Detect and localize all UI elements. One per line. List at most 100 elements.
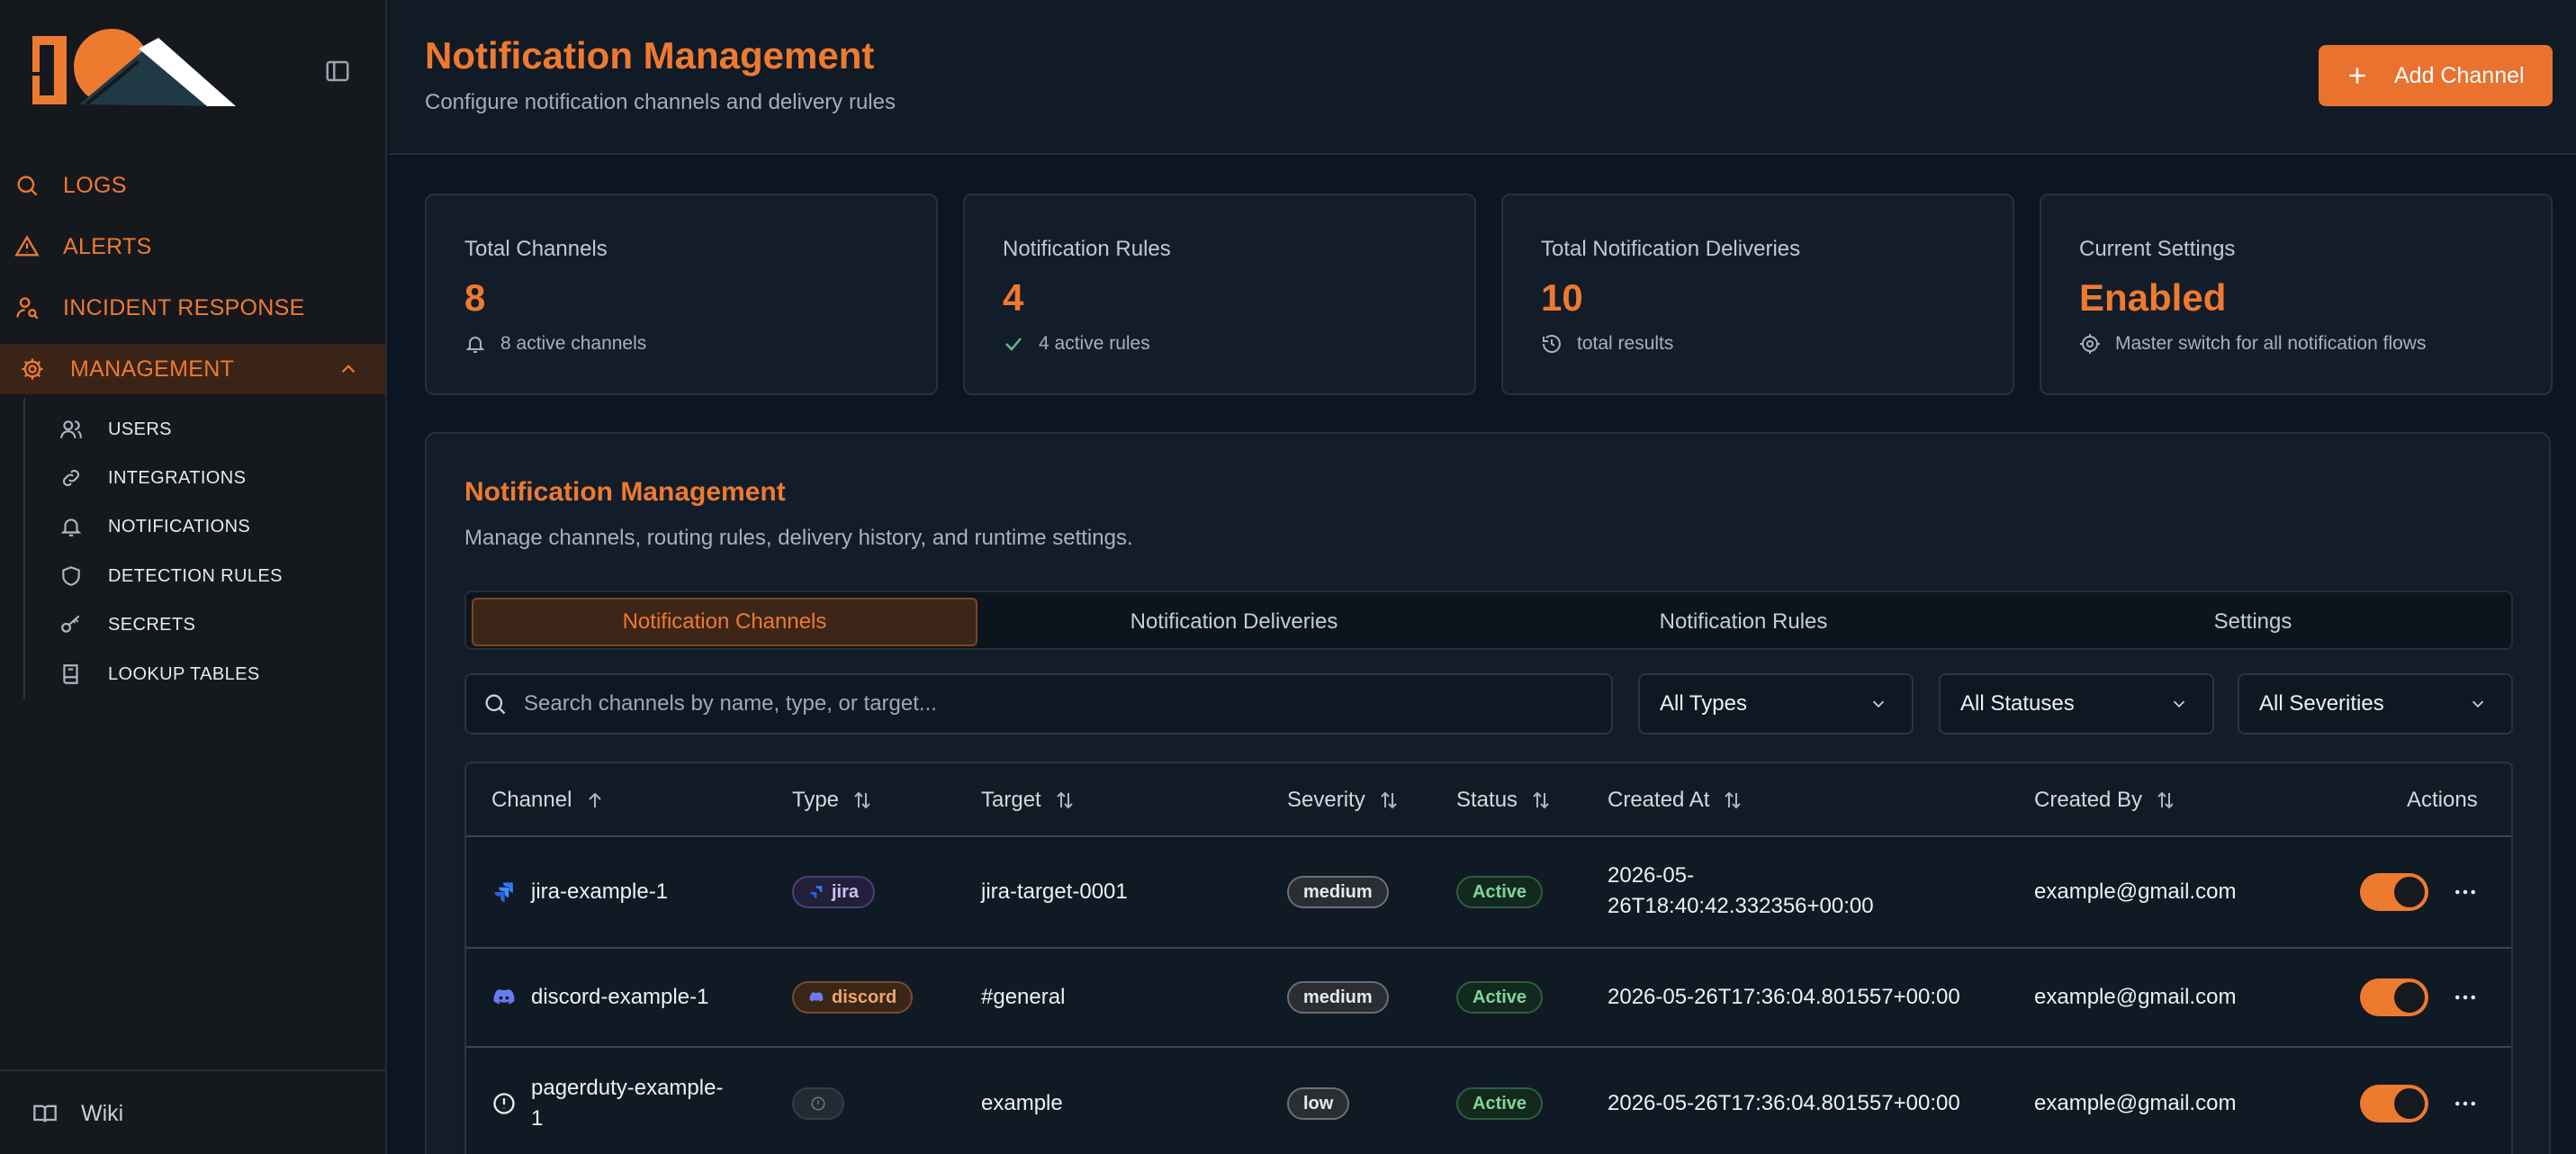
book-open-icon: [32, 1101, 58, 1126]
search-icon: [14, 173, 40, 198]
search-input[interactable]: [524, 675, 1595, 733]
channels-table: Channel Type Target Severity Status Crea…: [464, 762, 2513, 1154]
status-cell: Active: [1456, 949, 1544, 1046]
sort-icon: [1530, 789, 1552, 811]
status-cell: Active: [1456, 837, 1544, 947]
column-header-channel[interactable]: Channel: [491, 763, 606, 837]
sidebar-item-secrets[interactable]: SECRETS: [54, 604, 378, 645]
column-header-actions: Actions: [2407, 763, 2478, 837]
sidebar: LOGS ALERTS INCIDENT RESPONSE MANAGEMENT…: [0, 0, 387, 1154]
created-by-cell: example@gmail.com: [2034, 985, 2237, 1009]
tab-notification-rules[interactable]: Notification Rules: [1491, 598, 1996, 646]
chevron-down-icon: [2468, 694, 2488, 714]
more-actions-icon[interactable]: [2452, 1090, 2479, 1117]
created-at-line: 26T18:40:42.332356+00:00: [1608, 894, 1874, 918]
stat-value: 8: [464, 276, 486, 319]
column-header-severity[interactable]: Severity: [1287, 763, 1400, 837]
channel-cell: pagerduty-example- 1: [491, 1048, 723, 1154]
column-header-type[interactable]: Type: [792, 763, 873, 837]
stat-note-text: 4 active rules: [1039, 333, 1150, 354]
severity-cell: medium: [1287, 837, 1389, 947]
stat-value: Enabled: [2079, 276, 2227, 319]
bell-icon: [464, 333, 486, 355]
status-cell: Active: [1456, 1048, 1544, 1154]
search-box: [464, 673, 1613, 735]
history-icon: [1541, 333, 1563, 355]
column-label: Severity: [1287, 788, 1365, 812]
created-at-cell: 2026-05-26T17:36:04.801557+00:00: [1608, 985, 1960, 1009]
channel-enabled-toggle[interactable]: [2360, 978, 2428, 1016]
created-by-cell: example@gmail.com: [2034, 1091, 2237, 1115]
stat-card-total-deliveries: Total Notification Deliveries 10 total r…: [1501, 194, 2014, 395]
column-header-status[interactable]: Status: [1456, 763, 1552, 837]
channel-cell: jira-example-1: [491, 837, 668, 947]
column-label: Type: [792, 788, 840, 812]
column-label: Actions: [2407, 788, 2478, 812]
jira-icon: [491, 879, 517, 905]
sidebar-item-users[interactable]: USERS: [54, 409, 378, 450]
sidebar-item-integrations[interactable]: INTEGRATIONS: [54, 457, 378, 499]
sidebar-item-detection-rules[interactable]: DETECTION RULES: [54, 555, 378, 597]
sidebar-toggle-icon[interactable]: [324, 58, 351, 85]
nav-item-management[interactable]: MANAGEMENT: [0, 344, 385, 394]
tab-notification-channels[interactable]: Notification Channels: [472, 598, 977, 646]
nav-item-alerts[interactable]: ALERTS: [0, 221, 385, 272]
created-at-cell: 2026-05- 26T18:40:42.332356+00:00: [1608, 861, 1874, 922]
toggle-knob: [2394, 877, 2425, 907]
type-label: discord: [832, 987, 897, 1007]
nav-label: LOGS: [63, 172, 127, 198]
stat-value: 4: [1003, 276, 1024, 319]
stat-note: Master switch for all notification flows: [2079, 333, 2426, 355]
table-row[interactable]: jira-example-1 jira jira-target-0001 med…: [466, 837, 2511, 949]
column-header-created-by[interactable]: Created By: [2034, 763, 2176, 837]
status-badge: Active: [1456, 981, 1544, 1014]
sidebar-item-notifications[interactable]: NOTIFICATIONS: [54, 506, 378, 547]
toggle-knob: [2394, 982, 2425, 1013]
stat-card-notification-rules: Notification Rules 4 4 active rules: [963, 194, 1476, 395]
notification-panel: Notification Management Manage channels,…: [425, 432, 2551, 1154]
type-cell: discord: [792, 949, 914, 1046]
channel-name-line: 1: [531, 1106, 544, 1131]
select-value: All Types: [1660, 691, 1747, 716]
sort-ascending-icon: [584, 789, 606, 811]
table-row[interactable]: discord-example-1 discord #general mediu…: [466, 949, 2511, 1048]
channel-name-line: pagerduty-example-: [531, 1076, 724, 1100]
severity-badge: low: [1287, 1087, 1350, 1120]
type-badge: [792, 1087, 844, 1120]
key-icon: [59, 613, 83, 636]
tab-settings[interactable]: Settings: [2000, 598, 2506, 646]
discord-icon: [808, 989, 824, 1005]
more-actions-icon[interactable]: [2452, 984, 2479, 1011]
app-logo[interactable]: [32, 29, 239, 110]
column-header-created-at[interactable]: Created At: [1608, 763, 1743, 837]
sort-icon: [851, 789, 873, 811]
type-filter-select[interactable]: All Types: [1638, 673, 1914, 735]
gear-icon: [2079, 333, 2101, 355]
shield-icon: [59, 564, 83, 588]
table-row[interactable]: pagerduty-example- 1 example low Active …: [466, 1048, 2511, 1154]
page-title: Notification Management: [425, 34, 875, 77]
severity-filter-select[interactable]: All Severities: [2238, 673, 2513, 735]
more-actions-icon[interactable]: [2452, 879, 2479, 906]
add-channel-button[interactable]: Add Channel: [2319, 45, 2553, 106]
column-label: Status: [1456, 788, 1518, 812]
search-icon: [482, 691, 508, 717]
sidebar-item-lookup-tables[interactable]: LOOKUP TABLES: [54, 654, 378, 695]
add-channel-label: Add Channel: [2394, 62, 2525, 88]
alert-circle-icon: [810, 1095, 826, 1112]
channel-enabled-toggle[interactable]: [2360, 873, 2428, 911]
wiki-link[interactable]: Wiki: [0, 1091, 385, 1136]
wiki-label: Wiki: [81, 1100, 124, 1126]
discord-icon: [491, 985, 517, 1010]
sidebar-item-label: USERS: [108, 419, 172, 439]
status-filter-select[interactable]: All Statuses: [1939, 673, 2214, 735]
channel-enabled-toggle[interactable]: [2360, 1085, 2428, 1122]
stat-title: Notification Rules: [1003, 237, 1171, 261]
tab-notification-deliveries[interactable]: Notification Deliveries: [981, 598, 1487, 646]
stat-card-total-channels: Total Channels 8 8 active channels: [425, 194, 938, 395]
nav-item-incident-response[interactable]: INCIDENT RESPONSE: [0, 283, 385, 333]
column-header-target[interactable]: Target: [981, 763, 1076, 837]
nav-item-logs[interactable]: LOGS: [0, 160, 385, 211]
sidebar-item-label: INTEGRATIONS: [108, 467, 247, 488]
nav-label: MANAGEMENT: [70, 356, 235, 382]
